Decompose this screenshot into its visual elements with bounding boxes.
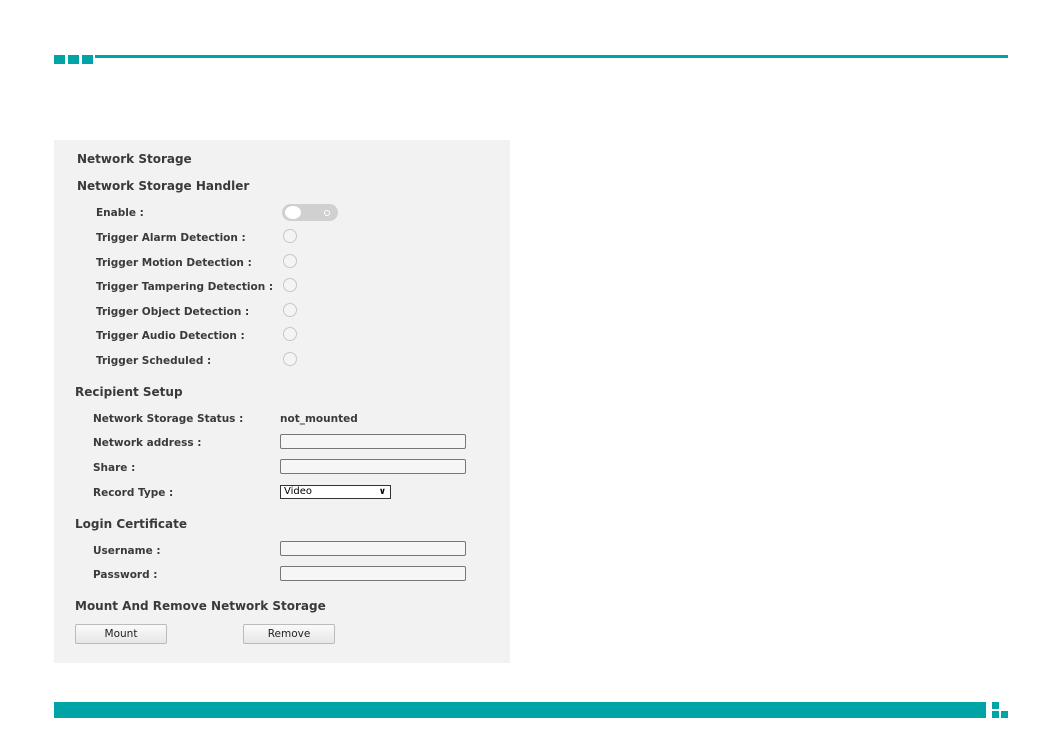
record-type-value: Video (284, 486, 313, 497)
trigger-object-radio[interactable] (283, 303, 297, 317)
recipient-heading: Recipient Setup (75, 385, 183, 399)
address-label: Network address : (93, 437, 202, 449)
trigger-scheduled-label: Trigger Scheduled : (96, 355, 212, 367)
header-square-1 (54, 55, 65, 64)
trigger-audio-radio[interactable] (283, 327, 297, 341)
panel-title: Network Storage (77, 152, 192, 166)
password-input[interactable] (280, 566, 466, 581)
login-heading: Login Certificate (75, 517, 188, 531)
toggle-off-indicator-icon (324, 210, 330, 216)
username-label: Username : (93, 545, 161, 557)
footer-square-2 (992, 711, 999, 718)
trigger-alarm-radio[interactable] (283, 229, 297, 243)
header-square-3 (82, 55, 93, 64)
status-value: not_mounted (280, 413, 358, 425)
mount-heading: Mount And Remove Network Storage (75, 599, 326, 613)
share-label: Share : (93, 462, 136, 474)
handler-heading: Network Storage Handler (77, 179, 250, 193)
footer-bar (54, 702, 986, 718)
record-type-label: Record Type : (93, 487, 174, 499)
record-type-select[interactable]: Video ∨ (280, 485, 391, 499)
trigger-alarm-label: Trigger Alarm Detection : (96, 232, 246, 244)
trigger-motion-radio[interactable] (283, 254, 297, 268)
chevron-down-icon: ∨ (378, 487, 386, 497)
trigger-tampering-radio[interactable] (283, 278, 297, 292)
remove-button[interactable]: Remove (243, 624, 335, 644)
header-square-2 (68, 55, 79, 64)
share-input[interactable] (280, 459, 466, 474)
trigger-object-label: Trigger Object Detection : (96, 306, 250, 318)
trigger-tampering-label: Trigger Tampering Detection : (96, 281, 274, 293)
username-input[interactable] (280, 541, 466, 556)
enable-label: Enable : (96, 207, 144, 219)
footer-square-1 (992, 702, 999, 709)
network-address-input[interactable] (280, 434, 466, 449)
trigger-audio-label: Trigger Audio Detection : (96, 330, 245, 342)
enable-toggle[interactable] (282, 204, 338, 221)
mount-button[interactable]: Mount (75, 624, 167, 644)
status-label: Network Storage Status : (93, 413, 244, 425)
trigger-motion-label: Trigger Motion Detection : (96, 257, 252, 269)
header-rule (95, 55, 1008, 58)
password-label: Password : (93, 569, 158, 581)
footer-square-3 (1001, 711, 1008, 718)
trigger-scheduled-radio[interactable] (283, 352, 297, 366)
toggle-knob (285, 206, 301, 219)
